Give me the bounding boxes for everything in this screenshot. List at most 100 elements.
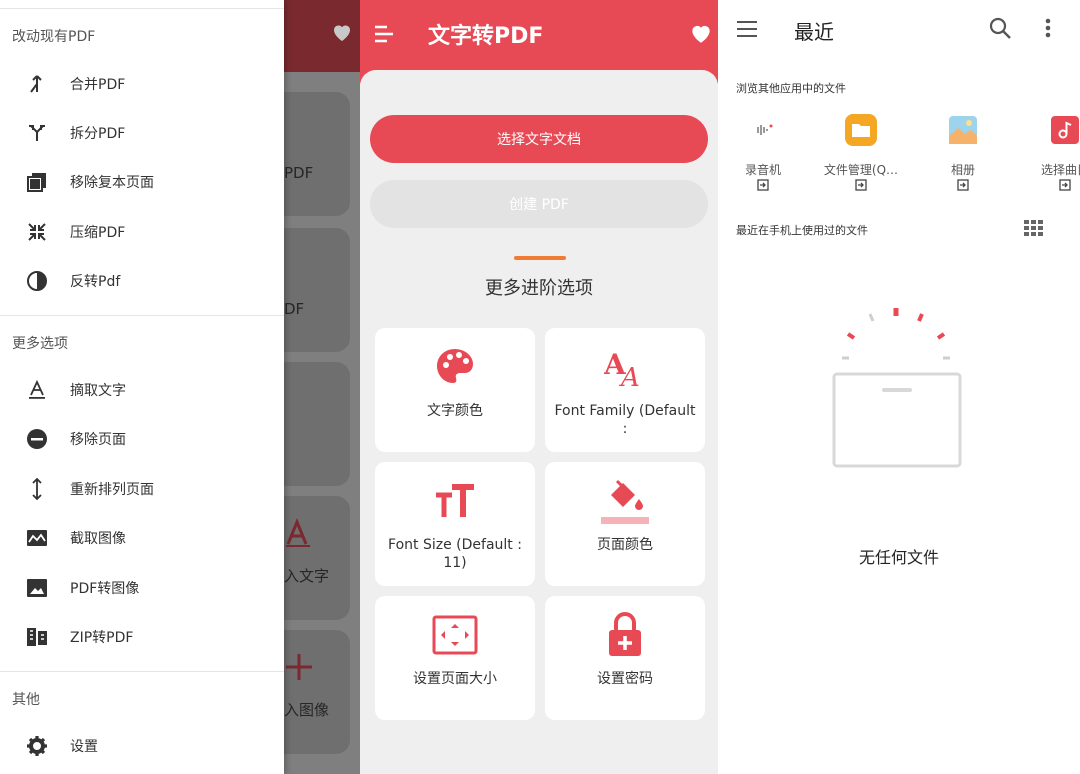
dimmed-card-label: 入文字 — [284, 567, 330, 585]
heart-icon[interactable] — [688, 20, 714, 46]
page-title: 文字转PDF — [428, 24, 544, 49]
option-label: Font Family (Default : — [554, 403, 696, 437]
menu-item-extract-images[interactable]: 截取图像 — [0, 518, 284, 558]
empty-state-text: 无任何文件 — [858, 548, 939, 567]
browse-other-apps-label: 浏览其他应用中的文件 — [736, 82, 846, 95]
svg-text:A: A — [619, 363, 640, 388]
page-size-icon — [375, 610, 535, 660]
option-label: 设置页面大小 — [413, 671, 497, 687]
accent-divider — [514, 256, 566, 260]
open-in-icon — [757, 179, 769, 191]
gallery-icon — [947, 114, 979, 146]
menu-item-label: ZIP转PDF — [70, 630, 134, 646]
content-surface — [360, 70, 718, 110]
menu-item-merge-pdf[interactable]: 合并PDF — [0, 64, 284, 104]
lock-icon — [545, 610, 705, 660]
empty-box-illustration — [832, 308, 962, 468]
split-icon — [26, 122, 48, 144]
page-size-card[interactable]: 设置页面大小 — [375, 596, 535, 720]
create-pdf-button[interactable]: 创建 PDF — [370, 180, 708, 228]
heart-icon — [334, 25, 350, 41]
recent-files-label: 最近在手机上使用过的文件 — [736, 224, 868, 237]
select-text-file-button[interactable]: 选择文字文档 — [370, 115, 708, 163]
dimmed-card: 入图像 — [284, 630, 350, 754]
gear-icon — [26, 735, 48, 757]
open-in-icon — [1059, 179, 1071, 191]
option-label: 文字颜色 — [427, 403, 483, 419]
menu-item-invert-pdf[interactable]: 反转Pdf — [0, 261, 284, 301]
option-label: 设置密码 — [597, 671, 653, 687]
option-label: Font Size (Default : 11) — [388, 537, 522, 571]
app-label: 选择曲目 — [1040, 163, 1080, 177]
menu-item-settings[interactable]: 设置 — [0, 726, 284, 766]
menu-item-label: 拆分PDF — [70, 126, 126, 142]
dimmed-card: 入文字 — [284, 496, 350, 620]
app-label: 相册 — [950, 163, 975, 177]
dimmed-card-label: 入图像 — [284, 701, 330, 719]
dimmed-card-label: PDF — [284, 164, 314, 182]
menu-item-split-pdf[interactable]: 拆分PDF — [0, 113, 284, 153]
open-in-icon — [855, 179, 867, 191]
navigation-drawer: 改动现有PDF 合并PDF 拆分PDF 移除复本页面 压缩PDF 反转Pdf 更… — [0, 0, 284, 774]
font-family-icon: AA — [545, 342, 705, 392]
compress-icon — [26, 221, 48, 243]
more-vert-icon[interactable] — [1038, 16, 1058, 40]
menu-icon[interactable] — [372, 22, 396, 46]
recent-files-screen: 最近 浏览其他应用中的文件 录音机 文件管理(Q… 相册 选择曲目 最近在手机上… — [718, 0, 1080, 774]
section-title-modify: 改动现有PDF — [12, 29, 96, 45]
drawer-screen: PDF DF 入文字 入图像 改动现有PDF 合并PDF 拆分PDF 移除复本页… — [0, 0, 360, 774]
recorder-icon — [747, 114, 779, 146]
menu-item-label: 移除复本页面 — [70, 175, 154, 191]
menu-item-compress-pdf[interactable]: 压缩PDF — [0, 212, 284, 252]
text-color-card[interactable]: 文字颜色 — [375, 328, 535, 452]
font-size-icon — [375, 476, 535, 526]
menu-item-pdf-to-image[interactable]: PDF转图像 — [0, 568, 284, 608]
search-icon[interactable] — [988, 16, 1012, 40]
dimmed-card-label: DF — [284, 300, 305, 318]
menu-item-label: 压缩PDF — [70, 225, 126, 241]
menu-item-rearrange-pages[interactable]: 重新排列页面 — [0, 469, 284, 509]
menu-item-label: 移除页面 — [70, 432, 126, 448]
page-title: 最近 — [794, 20, 834, 44]
plus-icon — [286, 654, 312, 680]
menu-item-label: 摘取文字 — [70, 383, 126, 399]
font-family-card[interactable]: AA Font Family (Default : — [545, 328, 705, 452]
text-a-icon — [286, 518, 310, 547]
menu-item-zip-to-pdf[interactable]: ZIP转PDF — [0, 617, 284, 657]
app-label: 录音机 — [744, 163, 781, 177]
menu-item-label: 重新排列页面 — [70, 482, 154, 498]
open-in-icon — [957, 179, 969, 191]
merge-icon — [26, 73, 48, 95]
dimmed-card: DF — [284, 228, 350, 352]
zip-icon — [26, 626, 48, 648]
app-label: 文件管理(Q… — [823, 163, 899, 177]
set-password-card[interactable]: 设置密码 — [545, 596, 705, 720]
paint-bucket-icon — [545, 476, 705, 526]
extract-text-icon — [26, 379, 48, 401]
menu-item-label: 反转Pdf — [70, 274, 121, 290]
dimmed-card — [284, 362, 350, 486]
invert-icon — [26, 270, 48, 292]
option-label: 页面颜色 — [597, 537, 653, 553]
menu-item-label: 截取图像 — [70, 531, 126, 547]
rearrange-icon — [26, 478, 48, 500]
font-size-card[interactable]: Font Size (Default : 11) — [375, 462, 535, 586]
grid-view-icon[interactable] — [1024, 220, 1044, 236]
hamburger-icon[interactable] — [736, 18, 758, 40]
dimmed-card: PDF — [284, 92, 350, 216]
divider — [0, 8, 284, 9]
palette-icon — [375, 342, 535, 392]
image-icon — [26, 577, 48, 599]
menu-item-label: 设置 — [70, 739, 98, 755]
remove-page-icon — [26, 428, 48, 450]
more-options-title: 更多进阶选项 — [485, 278, 593, 299]
image-extract-icon — [26, 527, 48, 549]
menu-item-extract-text[interactable]: 摘取文字 — [0, 370, 284, 410]
divider — [0, 671, 284, 672]
text-to-pdf-screen: 文字转PDF 选择文字文档 创建 PDF 更多进阶选项 文字颜色 AA Font… — [360, 0, 718, 774]
file-manager-icon — [845, 114, 877, 146]
menu-item-remove-duplicate[interactable]: 移除复本页面 — [0, 162, 284, 202]
page-color-card[interactable]: 页面颜色 — [545, 462, 705, 586]
menu-item-label: 合并PDF — [70, 77, 126, 93]
menu-item-remove-page[interactable]: 移除页面 — [0, 419, 284, 459]
